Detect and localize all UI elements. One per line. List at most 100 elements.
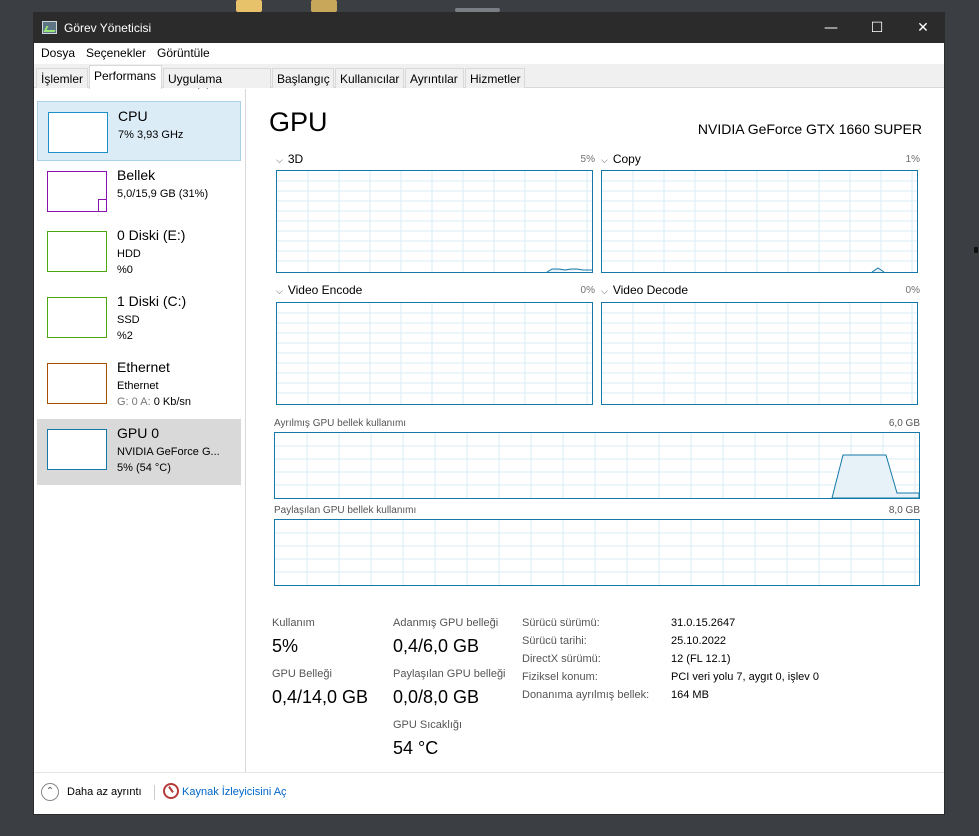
sidebar-item-cpu[interactable]: CPU 7% 3,93 GHz <box>37 101 241 161</box>
dedicated-memory-value: 0,4/6,0 GB <box>393 636 480 656</box>
tab-app-history[interactable]: Uygulama geçmişi <box>163 68 271 100</box>
engine-percent: 0% <box>580 285 595 296</box>
directx-version-value: 12 (FL 12.1) <box>671 653 731 665</box>
engine-selector-3d[interactable]: ⌵ 3D <box>276 152 303 166</box>
window-title: Görev Yöneticisi <box>64 21 152 35</box>
sidebar-item-usage: %0 <box>117 264 133 276</box>
task-manager-icon <box>42 21 57 34</box>
sidebar-item-label: Ethernet <box>117 359 170 375</box>
minimize-button[interactable]: — <box>808 13 854 43</box>
graph-grid <box>277 171 592 272</box>
sidebar-item-usage: %2 <box>117 330 133 342</box>
sidebar-item-detail: HDD <box>117 248 141 260</box>
usage-value: 5% <box>272 636 299 656</box>
physical-location-value: PCI veri yolu 7, aygıt 0, işlev 0 <box>671 671 819 683</box>
chevron-up-icon[interactable]: ⌃ <box>41 783 59 801</box>
sidebar-item-detail: SSD <box>117 314 140 326</box>
graph-grid <box>602 171 917 272</box>
sidebar-item-ethernet[interactable]: Ethernet Ethernet G: 0 A: 0 Kb/sn <box>37 353 241 413</box>
engine-label: Video Decode <box>612 283 688 297</box>
chevron-down-icon: ⌵ <box>276 155 283 165</box>
tab-services[interactable]: Hizmetler <box>465 68 525 88</box>
fewer-details-button[interactable]: Daha az ayrıntı <box>67 786 142 798</box>
tab-performance[interactable]: Performans <box>89 65 162 89</box>
shared-memory-caption: Paylaşılan GPU bellek kullanımı <box>274 505 417 516</box>
disk-c-mini-graph <box>47 297 107 338</box>
memory-mini-graph <box>47 171 107 212</box>
menu-file[interactable]: Dosya <box>41 46 75 60</box>
gpu-model-name: NVIDIA GeForce GTX 1660 SUPER <box>697 121 922 137</box>
performance-sidebar: CPU 7% 3,93 GHz Bellek 5,0/15,9 GB (31%)… <box>34 89 246 772</box>
sidebar-item-label: 1 Diski (C:) <box>117 293 187 309</box>
ethernet-mini-graph <box>47 363 107 404</box>
sidebar-item-label: CPU <box>118 108 148 124</box>
dedicated-memory-max: 6,0 GB <box>888 418 920 429</box>
desktop-folder-icon[interactable] <box>236 0 262 12</box>
close-button[interactable]: ✕ <box>900 13 944 43</box>
shared-memory-graph <box>274 519 920 586</box>
dedicated-memory-label: Adanmış GPU belleği <box>393 617 499 629</box>
desktop-file-icon[interactable] <box>311 0 337 12</box>
sidebar-item-label: GPU 0 <box>117 425 160 441</box>
gpu-memory-label: GPU Belleği <box>272 668 332 680</box>
driver-date-label: Sürücü tarihi: <box>522 635 587 647</box>
shared-memory-label: Paylaşılan GPU belleği <box>393 668 506 680</box>
tab-processes[interactable]: İşlemler <box>36 68 88 88</box>
hardware-reserved-value: 164 MB <box>671 689 709 701</box>
graph-grid <box>602 303 917 404</box>
engine-label: Copy <box>612 152 641 166</box>
engine-percent: 5% <box>580 154 595 165</box>
menu-options[interactable]: Seçenekler <box>86 46 146 60</box>
chevron-down-icon: ⌵ <box>276 286 283 296</box>
title-bar[interactable]: Görev Yöneticisi — ☐ ✕ <box>34 13 944 43</box>
sidebar-item-disk-e[interactable]: 0 Diski (E:) HDD %0 <box>37 221 241 281</box>
sidebar-item-label: 0 Diski (E:) <box>117 227 186 243</box>
gpu-detail-panel: GPU NVIDIA GeForce GTX 1660 SUPER ⌵ 3D 5%… <box>247 89 944 772</box>
footer: ⌃ Daha az ayrıntı Kaynak İzleyicisini Aç <box>34 772 944 814</box>
shared-memory-value: 0,0/8,0 GB <box>393 687 480 707</box>
sidebar-item-gpu[interactable]: GPU 0 NVIDIA GeForce G... 5% (54 °C) <box>37 419 241 485</box>
graph-grid <box>275 520 919 585</box>
cpu-mini-graph <box>48 112 108 153</box>
tab-startup[interactable]: Başlangıç <box>272 68 334 88</box>
driver-date-value: 25.10.2022 <box>671 635 727 647</box>
sidebar-item-detail: 7% 3,93 GHz <box>118 129 184 141</box>
engine-graph-copy <box>601 170 918 273</box>
sidebar-item-disk-c[interactable]: 1 Diski (C:) SSD %2 <box>37 287 241 347</box>
desktop-edge-mark <box>974 247 978 253</box>
ethernet-direction-label: G: 0 A: <box>117 396 151 408</box>
sidebar-item-memory[interactable]: Bellek 5,0/15,9 GB (31%) <box>37 161 241 221</box>
sidebar-item-label: Bellek <box>117 167 156 183</box>
sidebar-item-usage: G: 0 A: 0 Kb/sn <box>117 396 191 408</box>
graph-grid <box>275 433 919 498</box>
tab-details[interactable]: Ayrıntılar <box>405 68 464 88</box>
engine-percent: 0% <box>905 285 920 296</box>
task-manager-window: Görev Yöneticisi — ☐ ✕ Dosya Seçenekler … <box>33 12 945 815</box>
tab-users[interactable]: Kullanıcılar <box>335 68 404 88</box>
engine-selector-video-decode[interactable]: ⌵ Video Decode <box>601 283 688 297</box>
driver-version-value: 31.0.15.2647 <box>671 617 736 629</box>
graph-grid <box>277 303 592 404</box>
sidebar-item-usage: 5% (54 °C) <box>117 462 171 474</box>
maximize-button[interactable]: ☐ <box>854 13 900 43</box>
engine-graph-video-encode <box>276 302 593 405</box>
shared-memory-max: 8,0 GB <box>888 505 920 516</box>
usage-label: Kullanım <box>272 617 315 629</box>
sidebar-item-detail: Ethernet <box>117 380 159 392</box>
engine-graph-3d <box>276 170 593 273</box>
resource-monitor-icon[interactable] <box>163 783 179 799</box>
gpu-temperature-label: GPU Sıcaklığı <box>393 719 463 731</box>
open-resource-monitor-link[interactable]: Kaynak İzleyicisini Aç <box>182 786 287 798</box>
menu-view[interactable]: Görüntüle <box>157 46 210 60</box>
engine-percent: 1% <box>905 154 920 165</box>
tab-bar: İşlemler Performans Uygulama geçmişi Baş… <box>34 64 944 100</box>
engine-selector-video-encode[interactable]: ⌵ Video Encode <box>276 283 362 297</box>
directx-version-label: DirectX sürümü: <box>522 653 601 665</box>
disk-e-mini-graph <box>47 231 107 272</box>
engine-label: Video Encode <box>287 283 363 297</box>
sidebar-item-detail: 5,0/15,9 GB (31%) <box>117 188 209 200</box>
engine-selector-copy[interactable]: ⌵ Copy <box>601 152 641 166</box>
ethernet-rate: 0 Kb/sn <box>153 396 192 408</box>
hardware-reserved-label: Donanıma ayrılmış bellek: <box>522 689 650 701</box>
gpu-memory-value: 0,4/14,0 GB <box>272 687 369 707</box>
